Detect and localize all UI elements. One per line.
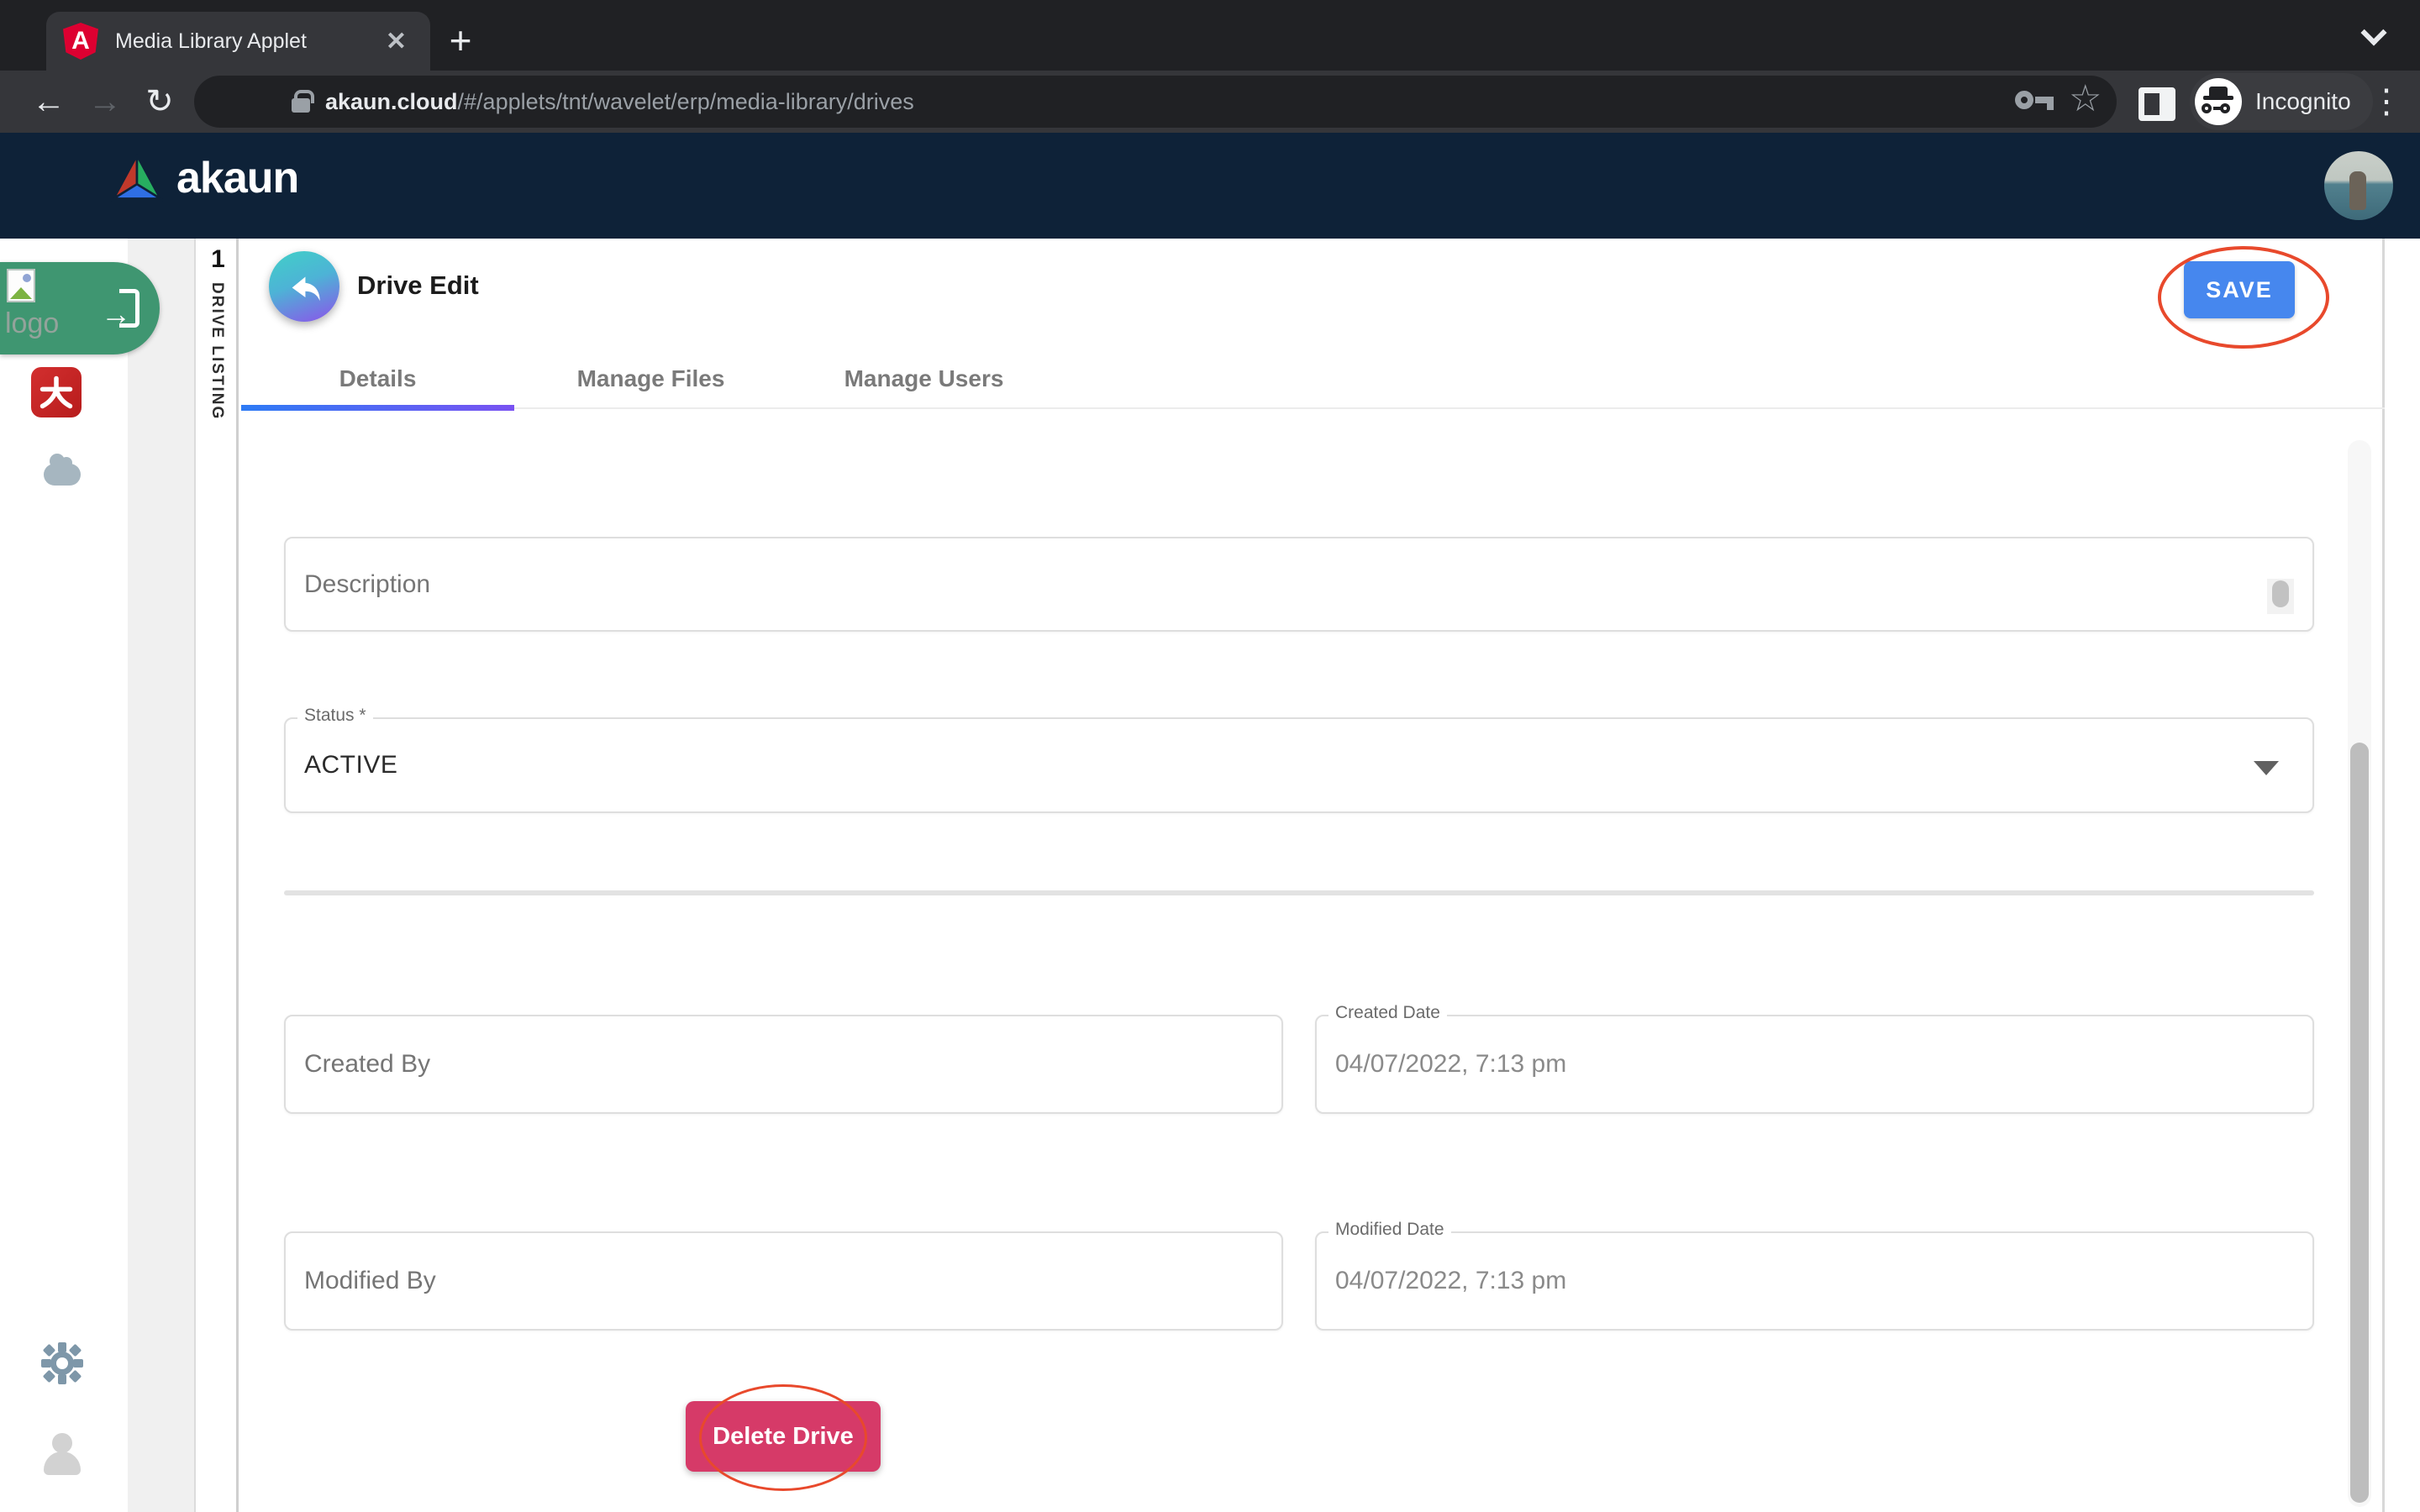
tab-title: Media Library Applet — [115, 29, 379, 54]
incognito-spy-icon — [2195, 78, 2242, 125]
password-key-icon[interactable] — [2015, 89, 2054, 114]
status-value: ACTIVE — [304, 751, 397, 780]
tab-close-icon[interactable]: ✕ — [379, 24, 413, 60]
new-tab-button[interactable]: + — [437, 18, 484, 66]
modified-date-value: 04/07/2022, 7:13 pm — [1335, 1267, 1566, 1295]
modified-date-input[interactable]: Modified Date 04/07/2022, 7:13 pm — [1315, 1231, 2314, 1331]
akaun-triangle-icon — [109, 153, 165, 203]
cjk-glyph-icon — [38, 374, 75, 411]
created-date-input[interactable]: Created Date 04/07/2022, 7:13 pm — [1315, 1015, 2314, 1114]
angular-favicon-icon: A — [63, 23, 98, 60]
description-placeholder: Description — [304, 570, 430, 599]
dropdown-arrow-icon[interactable] — [2254, 761, 2279, 775]
brand-logo[interactable]: akaun — [109, 153, 298, 203]
tab-manage-users[interactable]: Manage Users — [787, 349, 1060, 409]
drawer-strip — [128, 239, 196, 1512]
url-text[interactable]: akaun.cloud/#/applets/tnt/wavelet/erp/me… — [325, 89, 914, 115]
enter-app-icon[interactable]: → — [106, 289, 139, 328]
user-avatar[interactable] — [2324, 151, 2393, 220]
red-app-icon[interactable] — [31, 367, 82, 417]
modified-by-placeholder: Modified By — [304, 1267, 436, 1295]
listing-count-badge: 1 — [197, 245, 239, 274]
side-panel-icon[interactable] — [2139, 87, 2175, 121]
back-circle-button[interactable] — [269, 251, 339, 322]
browser-toolbar: ← → ↻ akaun.cloud/#/applets/tnt/wavelet/… — [0, 71, 2420, 133]
gear-icon[interactable] — [39, 1341, 85, 1390]
back-button[interactable]: ← — [24, 71, 74, 133]
forward-button[interactable]: → — [80, 71, 130, 133]
delete-annotation-circle — [699, 1384, 867, 1491]
incognito-label: Incognito — [2255, 88, 2351, 115]
bookmark-star-icon[interactable]: ☆ — [2069, 77, 2102, 120]
content-scrollbar[interactable] — [2348, 440, 2371, 1507]
created-date-label: Created Date — [1328, 1003, 1447, 1023]
logo-alt-text: logo — [5, 307, 59, 340]
created-by-placeholder: Created By — [304, 1050, 430, 1079]
modified-date-label: Modified Date — [1328, 1220, 1451, 1240]
left-rail — [0, 239, 128, 1512]
lock-icon[interactable] — [292, 98, 310, 113]
brand-name: akaun — [176, 153, 298, 203]
status-select[interactable]: Status * ACTIVE — [284, 717, 2314, 813]
browser-menu-icon[interactable]: ⋮ — [2370, 77, 2403, 126]
tab-details[interactable]: Details — [241, 349, 514, 409]
person-icon[interactable] — [44, 1433, 81, 1475]
status-label: Status * — [297, 706, 373, 726]
org-logo-pill[interactable]: logo → — [0, 262, 160, 354]
listing-panel-title: DRIVE LISTING — [208, 282, 226, 420]
back-arrow-icon — [285, 267, 324, 306]
reload-button[interactable]: ↻ — [134, 71, 185, 133]
tab-bar: Details Manage Files Manage Users — [241, 349, 2385, 409]
tab-search-chevron-icon[interactable] — [2365, 24, 2383, 42]
app-top-bar: akaun — [0, 133, 2420, 239]
save-annotation-circle — [2158, 246, 2329, 349]
tab-manage-files[interactable]: Manage Files — [514, 349, 787, 409]
scrollbar-thumb[interactable] — [2350, 743, 2369, 1503]
main-content: Drive Edit SAVE Details Manage Files Man… — [241, 239, 2385, 1512]
address-bar[interactable]: akaun.cloud/#/applets/tnt/wavelet/erp/me… — [194, 76, 2117, 128]
broken-image-icon — [7, 269, 35, 302]
incognito-badge: Incognito — [2190, 73, 2373, 130]
browser-tab[interactable]: A Media Library Applet ✕ — [46, 12, 430, 71]
description-textarea[interactable]: Description — [284, 537, 2314, 632]
created-by-input[interactable]: Created By — [284, 1015, 1283, 1114]
url-host: akaun.cloud — [325, 89, 458, 114]
modified-by-input[interactable]: Modified By — [284, 1231, 1283, 1331]
cloud-icon[interactable] — [44, 464, 81, 486]
created-date-value: 04/07/2022, 7:13 pm — [1335, 1050, 1566, 1079]
page-title: Drive Edit — [357, 270, 479, 301]
url-path: /#/applets/tnt/wavelet/erp/media-library… — [458, 89, 914, 114]
browser-tab-strip: A Media Library Applet ✕ + — [0, 0, 2420, 71]
section-divider — [284, 890, 2314, 895]
drive-listing-panel[interactable]: 1 DRIVE LISTING — [197, 239, 239, 1512]
textarea-scrollbar[interactable] — [2267, 579, 2294, 614]
